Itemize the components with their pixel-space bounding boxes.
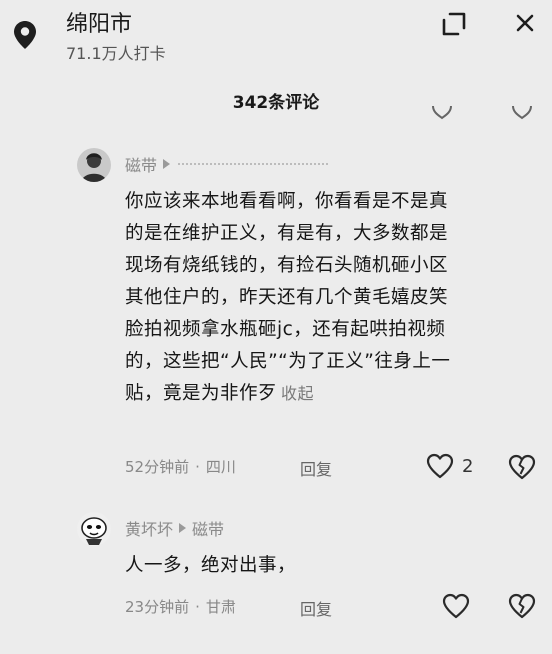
comment-line: 脸拍视频拿水瓶砸jc，还有起哄拍视频 [125, 319, 446, 340]
like-button[interactable]: 2 [426, 453, 473, 479]
comment-line: 的是在维护正义，有是有，大多数都是 [125, 223, 449, 244]
comment-region: 甘肃 [205, 598, 236, 616]
broken-heart-icon[interactable] [508, 454, 536, 480]
comment-line: 其他住户的，昨天还有几个黄毛嬉皮笑 [125, 287, 449, 308]
comment-line: 现场有烧纸钱的，有捡石头随机砸小区 [125, 255, 449, 276]
location-pin-icon [14, 21, 36, 49]
separator: · [195, 457, 200, 476]
broken-heart-icon [512, 106, 532, 120]
comment-body: 人一多，绝对出事， [125, 555, 297, 576]
avatar[interactable] [77, 512, 111, 546]
reply-arrow-icon [179, 523, 187, 533]
comment-line: 的，这些把“人民”“为了正义”往身上一 [125, 351, 451, 372]
location-name[interactable]: 绵阳市 [66, 6, 132, 38]
comment-meta: 52分钟前 · 四川 [125, 456, 236, 477]
comment-time: 23分钟前 [125, 598, 190, 616]
comment-time: 52分钟前 [125, 458, 190, 476]
comment-line-text: 贴，竟是为非作歹 [125, 383, 278, 404]
comment-author[interactable]: 黄坏坏 [125, 516, 173, 540]
separator: · [195, 597, 200, 616]
checkin-count: 71.1万人打卡 [66, 44, 166, 63]
heart-icon[interactable] [442, 593, 470, 619]
reply-button[interactable]: 回复 [300, 456, 332, 480]
comment-meta: 23分钟前 · 甘肃 [125, 596, 236, 617]
broken-heart-icon[interactable] [508, 593, 536, 619]
reply-target[interactable]: 磁带 [192, 516, 224, 540]
reply-button[interactable]: 回复 [300, 596, 332, 620]
location-header: 绵阳市 71.1万人打卡 [0, 0, 552, 82]
collapse-button[interactable]: 收起 [281, 384, 314, 403]
play-icon [163, 159, 171, 169]
comment-line: 你应该来本地看看啊，你看看是不是真 [125, 191, 449, 212]
comment-author-row: 磁带 [125, 152, 329, 176]
expand-icon[interactable] [440, 10, 468, 38]
comment-author[interactable]: 磁带 [125, 152, 157, 176]
avatar[interactable] [77, 148, 111, 182]
comment-body: 你应该来本地看看啊，你看看是不是真 的是在维护正义，有是有，大多数都是 现场有烧… [125, 186, 450, 410]
comment-author-row: 黄坏坏 磁带 [125, 516, 224, 540]
clipped-comment-meta [80, 106, 552, 122]
heart-icon [432, 106, 452, 120]
comment-region: 四川 [205, 458, 236, 476]
divider [178, 163, 329, 165]
like-count: 2 [462, 455, 474, 477]
close-icon[interactable] [510, 8, 540, 38]
comment-line: 贴，竟是为非作歹 收起 [125, 378, 450, 410]
heart-icon [426, 453, 454, 479]
